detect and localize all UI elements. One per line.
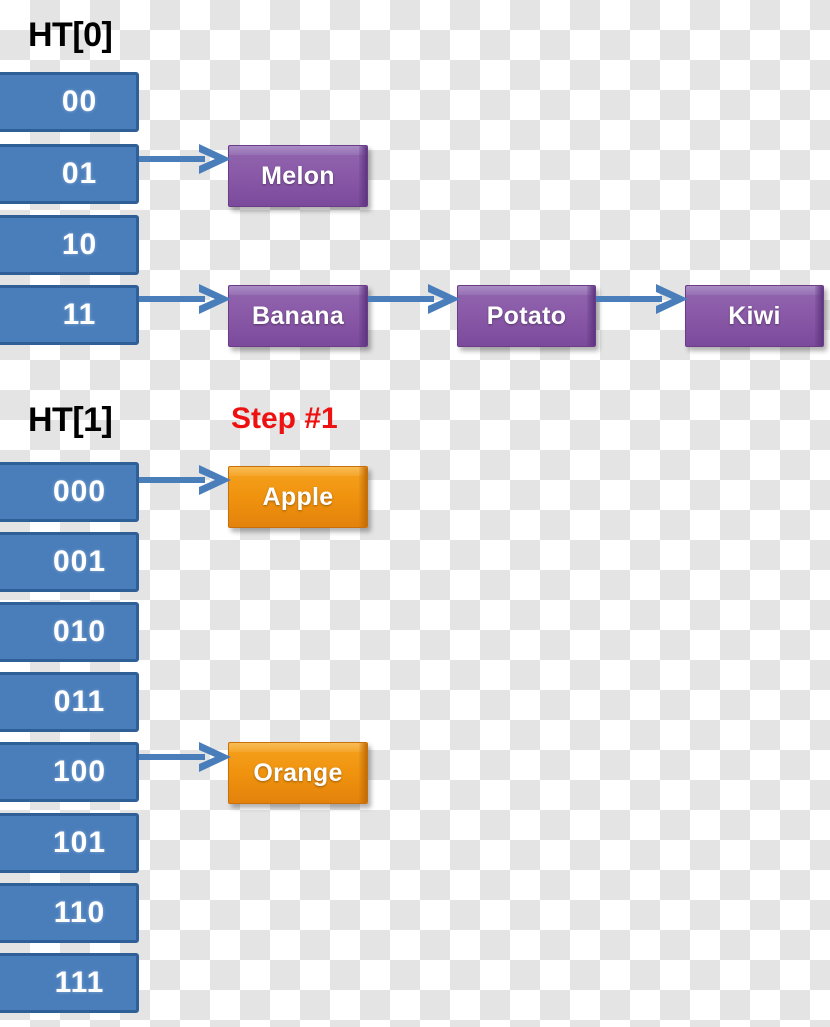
hash-slot-011[interactable]: 011 <box>0 672 139 732</box>
hash-slot-key: 001 <box>52 545 107 578</box>
chain-node-potato[interactable]: Potato <box>457 285 596 347</box>
hash-slot-key: 00 <box>61 85 98 118</box>
arrow-icon-slot-11-to-banana <box>139 282 231 316</box>
chain-node-kiwi[interactable]: Kiwi <box>685 285 824 347</box>
hash-slot-key: 101 <box>52 826 107 859</box>
table-label-ht1-text: HT[1] <box>28 401 113 439</box>
hash-slot-00[interactable]: 00 <box>0 72 139 132</box>
hash-slot-01[interactable]: 01 <box>0 144 139 204</box>
chain-node-label: Apple <box>262 482 334 511</box>
step-label-text: Step #1 <box>231 402 338 435</box>
chain-node-banana[interactable]: Banana <box>228 285 368 347</box>
chain-node-orange[interactable]: Orange <box>228 742 368 804</box>
hash-slot-key: 11 <box>62 298 97 331</box>
arrow-icon-banana-to-potato <box>368 282 460 316</box>
hash-slot-key: 110 <box>53 896 106 929</box>
table-label-ht1: HT[1] <box>28 401 113 439</box>
hash-slot-000[interactable]: 000 <box>0 462 139 522</box>
chain-node-label: Kiwi <box>728 301 781 330</box>
table-label-ht0: HT[0] <box>28 16 113 54</box>
chain-node-label: Potato <box>486 301 567 330</box>
chain-node-melon[interactable]: Melon <box>228 145 368 207</box>
hash-slot-010[interactable]: 010 <box>0 602 139 662</box>
diagram-canvas: HT[0] HT[1] Step #1 00 01 Melon 10 11 Banana P… <box>0 0 830 1027</box>
hash-slot-001[interactable]: 001 <box>0 532 139 592</box>
arrow-icon-slot-000-to-apple <box>139 463 231 497</box>
hash-slot-100[interactable]: 100 <box>0 742 139 802</box>
hash-slot-101[interactable]: 101 <box>0 813 139 873</box>
arrow-icon-potato-to-kiwi <box>596 282 688 316</box>
hash-slot-key: 011 <box>53 685 106 718</box>
chain-node-label: Melon <box>261 161 335 190</box>
hash-slot-key: 111 <box>54 966 105 999</box>
hash-slot-key: 000 <box>52 475 107 508</box>
hash-slot-key: 100 <box>52 755 107 788</box>
step-label: Step #1 <box>231 404 338 434</box>
hash-slot-key: 01 <box>61 157 98 190</box>
chain-node-label: Banana <box>251 301 345 330</box>
table-label-ht0-text: HT[0] <box>28 16 113 54</box>
arrow-icon-slot-01-to-melon <box>139 142 231 176</box>
hash-slot-11[interactable]: 11 <box>0 285 139 345</box>
hash-slot-10[interactable]: 10 <box>0 215 139 275</box>
hash-slot-111[interactable]: 111 <box>0 953 139 1013</box>
hash-slot-key: 10 <box>61 228 98 261</box>
hash-slot-110[interactable]: 110 <box>0 883 139 943</box>
hash-slot-key: 010 <box>52 615 107 648</box>
arrow-icon-slot-100-to-orange <box>139 740 231 774</box>
chain-node-label: Orange <box>253 758 343 787</box>
chain-node-apple[interactable]: Apple <box>228 466 368 528</box>
